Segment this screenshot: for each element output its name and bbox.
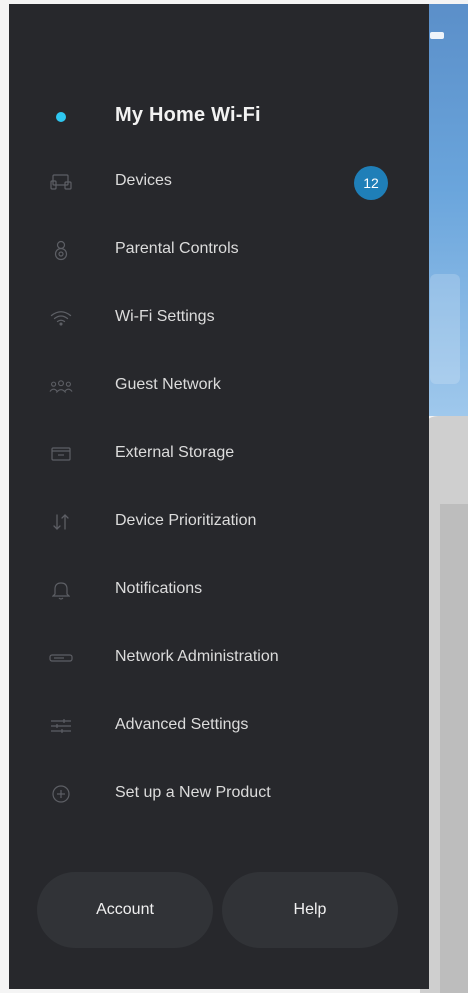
devices-icon	[49, 170, 73, 194]
menu-item-label: Parental Controls	[115, 240, 239, 257]
menu-item-label: Device Prioritization	[115, 512, 257, 529]
background-panel-inner	[440, 504, 468, 993]
account-button[interactable]: Account	[37, 872, 213, 948]
plus-circle-icon	[49, 782, 73, 806]
router-icon	[49, 646, 73, 670]
menu-item-external-storage[interactable]: External Storage	[9, 429, 429, 479]
menu-item-label: Set up a New Product	[115, 784, 271, 801]
menu-item-label: Wi-Fi Settings	[115, 308, 215, 325]
parental-controls-icon	[49, 238, 73, 262]
network-name: My Home Wi-Fi	[115, 104, 261, 126]
menu-item-label: Notifications	[115, 580, 203, 597]
navigation-drawer: My Home Wi-Fi Devices 12 Parental Contro…	[9, 4, 429, 989]
menu-item-label: Advanced Settings	[115, 716, 249, 733]
menu-item-setup-new-product[interactable]: Set up a New Product	[9, 769, 429, 819]
menu-item-label: Devices	[115, 172, 172, 189]
menu-item-label: Guest Network	[115, 376, 221, 393]
prioritization-arrows-icon	[49, 510, 73, 534]
sliders-icon	[49, 714, 73, 738]
menu-item-guest-network[interactable]: Guest Network	[9, 361, 429, 411]
menu-item-notifications[interactable]: Notifications	[9, 565, 429, 615]
network-status-dot	[56, 112, 66, 122]
battery-icon	[430, 32, 444, 39]
menu-item-devices[interactable]: Devices 12	[9, 157, 429, 207]
wifi-icon	[49, 306, 73, 330]
menu-item-network-administration[interactable]: Network Administration	[9, 633, 429, 683]
storage-icon	[49, 442, 73, 466]
background-card	[430, 274, 460, 384]
devices-count-badge: 12	[354, 166, 388, 200]
menu-item-wifi-settings[interactable]: Wi-Fi Settings	[9, 293, 429, 343]
app-screen: My Home Wi-Fi Devices 12 Parental Contro…	[0, 0, 468, 993]
menu-item-advanced-settings[interactable]: Advanced Settings	[9, 701, 429, 751]
menu-item-device-prioritization[interactable]: Device Prioritization	[9, 497, 429, 547]
bell-icon	[49, 578, 73, 602]
menu-item-parental-controls[interactable]: Parental Controls	[9, 225, 429, 275]
guests-icon	[49, 374, 73, 398]
menu-item-label: Network Administration	[115, 648, 279, 665]
menu-item-label: External Storage	[115, 444, 235, 461]
help-button[interactable]: Help	[222, 872, 398, 948]
network-header[interactable]: My Home Wi-Fi	[9, 94, 429, 140]
